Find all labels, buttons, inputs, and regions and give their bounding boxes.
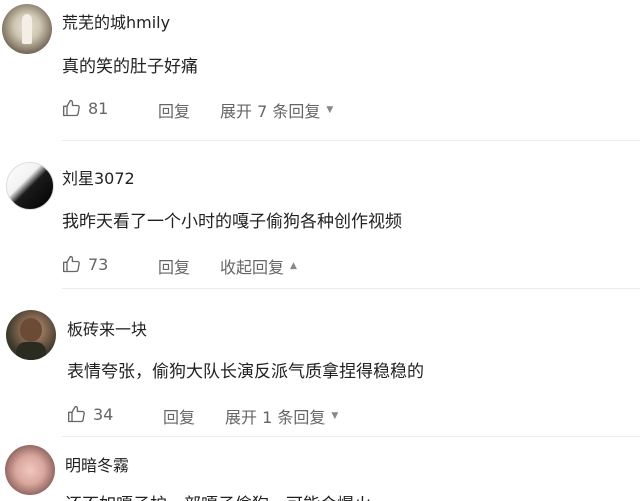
- comment-item: 荒芜的城hmily 真的笑的肚子好痛 81 回复 展开 7 条回复 ▼: [0, 0, 640, 141]
- avatar[interactable]: [5, 445, 55, 495]
- reply-button[interactable]: 回复: [158, 254, 190, 278]
- like-button[interactable]: 81: [62, 98, 108, 118]
- expand-replies-label: 展开 1 条回复: [225, 408, 326, 427]
- comment-text: 表情夸张，偷狗大队长演反派气质拿捏得稳稳的: [67, 362, 424, 382]
- chevron-up-icon: ▲: [290, 261, 297, 271]
- avatar[interactable]: [6, 162, 54, 210]
- thumbs-up-icon: [63, 99, 80, 117]
- like-count: 34: [93, 404, 114, 424]
- reply-button[interactable]: 回复: [163, 404, 195, 428]
- divider: [62, 288, 640, 289]
- expand-replies-label: 展开 7 条回复: [220, 102, 321, 121]
- like-button[interactable]: 34: [67, 404, 113, 424]
- collapse-replies-label: 收起回复: [220, 258, 285, 277]
- comment-text: 我昨天看了一个小时的嘎子偷狗各种创作视频: [62, 212, 402, 232]
- like-count: 81: [88, 98, 109, 118]
- like-button[interactable]: 73: [62, 254, 108, 274]
- collapse-replies-button[interactable]: 收起回复 ▲: [220, 254, 297, 278]
- expand-replies-button[interactable]: 展开 7 条回复 ▼: [220, 98, 333, 122]
- avatar[interactable]: [2, 4, 52, 54]
- thumbs-up-icon: [68, 405, 85, 423]
- comment-username[interactable]: 明暗冬霧: [65, 452, 129, 476]
- comment-username[interactable]: 荒芜的城hmily: [62, 9, 170, 33]
- reply-button[interactable]: 回复: [158, 98, 190, 122]
- comment-item: 刘星3072 我昨天看了一个小时的嘎子偷狗各种创作视频 73 回复 收起回复 ▲: [0, 141, 640, 289]
- comment-text: 还不如嘎子护一部嘎子偷狗，可能会爆火: [65, 490, 371, 501]
- avatar[interactable]: [6, 310, 56, 360]
- comment-text: 真的笑的肚子好痛: [62, 57, 198, 77]
- like-count: 73: [88, 254, 109, 274]
- chevron-down-icon: ▼: [326, 105, 334, 115]
- expand-replies-button[interactable]: 展开 1 条回复 ▼: [225, 404, 338, 428]
- comment-item: 板砖来一块 表情夸张，偷狗大队长演反派气质拿捏得稳稳的 34 回复 展开 1 条…: [0, 290, 640, 438]
- comment-username[interactable]: 刘星3072: [62, 165, 135, 189]
- comment-item: 明暗冬霧 还不如嘎子护一部嘎子偷狗，可能会爆火: [0, 440, 640, 501]
- chevron-down-icon: ▼: [331, 411, 339, 421]
- thumbs-up-icon: [63, 255, 80, 273]
- divider: [62, 436, 640, 437]
- comment-username[interactable]: 板砖来一块: [67, 316, 147, 340]
